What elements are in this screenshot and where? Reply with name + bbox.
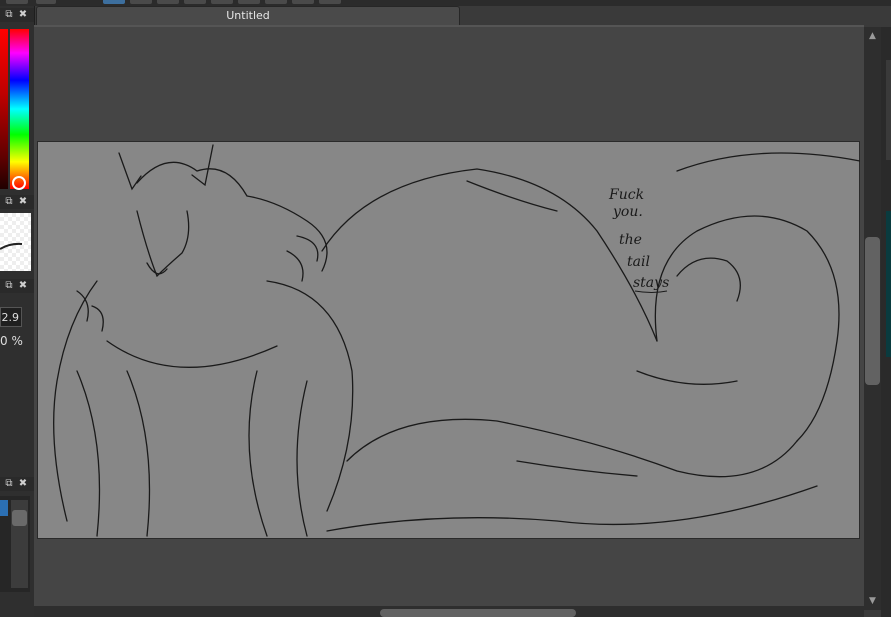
close-icon[interactable]: ✖ [18,281,28,291]
brush-size-panel-header: ⧉ ✖ [0,279,34,293]
sketch-tail-upper [321,168,658,342]
note-line-4: tail [627,254,650,270]
note-line-5: stays [633,275,669,291]
note-line-1: Fuck [608,187,644,203]
close-icon[interactable]: ✖ [18,10,28,20]
right-panel-section [886,60,891,160]
toolbar-tab-active[interactable] [103,0,125,4]
close-icon[interactable]: ✖ [18,479,28,489]
sketch-ear-left [118,152,142,191]
brush-size-input[interactable]: 2.9 [0,307,22,327]
brush-preview[interactable] [0,213,31,271]
toolbar-tab[interactable] [238,0,260,4]
color-saturation-strip[interactable] [0,29,8,189]
brush-stroke-icon [0,242,23,250]
toolbar-tab[interactable] [36,0,56,4]
sketch-face [136,210,190,278]
horizontal-scrollbar-thumb[interactable] [380,609,576,617]
sketch-shoulder-right [266,280,354,512]
float-icon[interactable]: ⧉ [4,479,14,489]
toolbar-tab[interactable] [211,0,233,4]
sketch-tail-inner [676,257,741,302]
canvas-sketch: Fuck you. the tail stays [53,144,860,537]
hue-slider[interactable] [10,29,29,189]
sketch-shoulder-left [53,280,98,522]
float-icon[interactable]: ⧉ [4,281,14,291]
close-icon[interactable]: ✖ [18,197,28,207]
float-icon[interactable]: ⧉ [4,10,14,20]
sketch-tail-bottom [326,485,818,532]
float-icon[interactable]: ⧉ [4,197,14,207]
note-underline [634,290,668,293]
sketch-torso [126,370,151,537]
toolbar-tab[interactable] [265,0,287,4]
layer-panel-header: ⧉ ✖ [0,477,34,491]
toolbar-tab[interactable] [184,0,206,4]
sketch-tail-lower [346,418,798,478]
vertical-scrollbar-thumb[interactable] [865,237,880,385]
brush-panel-header: ⧉ ✖ [0,195,34,209]
document-tab[interactable]: Untitled [36,6,460,25]
sketch-tail-curl [654,215,840,442]
scroll-down-icon[interactable]: ▼ [866,595,879,607]
hue-marker[interactable] [12,176,26,190]
note-line-3: the [619,232,642,248]
layer-item-selected[interactable] [0,500,8,516]
sketch-chest [106,340,278,368]
toolbar-tab[interactable] [130,0,152,4]
opacity-value: 0 % [0,334,23,348]
note-line-2: you. [612,204,643,220]
scroll-up-icon[interactable]: ▲ [866,30,879,42]
sketch-arm-left [76,370,101,537]
color-panel-header: ⧉ ✖ [0,8,34,22]
toolbar-tab[interactable] [319,0,341,4]
sketch-torso-right [248,370,268,537]
toolbar-tab[interactable] [6,0,28,4]
sketch-mane [136,161,328,272]
layer-scrollbar-thumb[interactable] [12,510,27,526]
sketch-arm-right [296,380,308,537]
toolbar-tab[interactable] [157,0,179,4]
right-panel-thumbnail[interactable] [886,211,891,357]
toolbar-tab[interactable] [292,0,314,4]
sketch-tail-top-edge [676,152,860,172]
sketch-ear-right [191,144,214,187]
